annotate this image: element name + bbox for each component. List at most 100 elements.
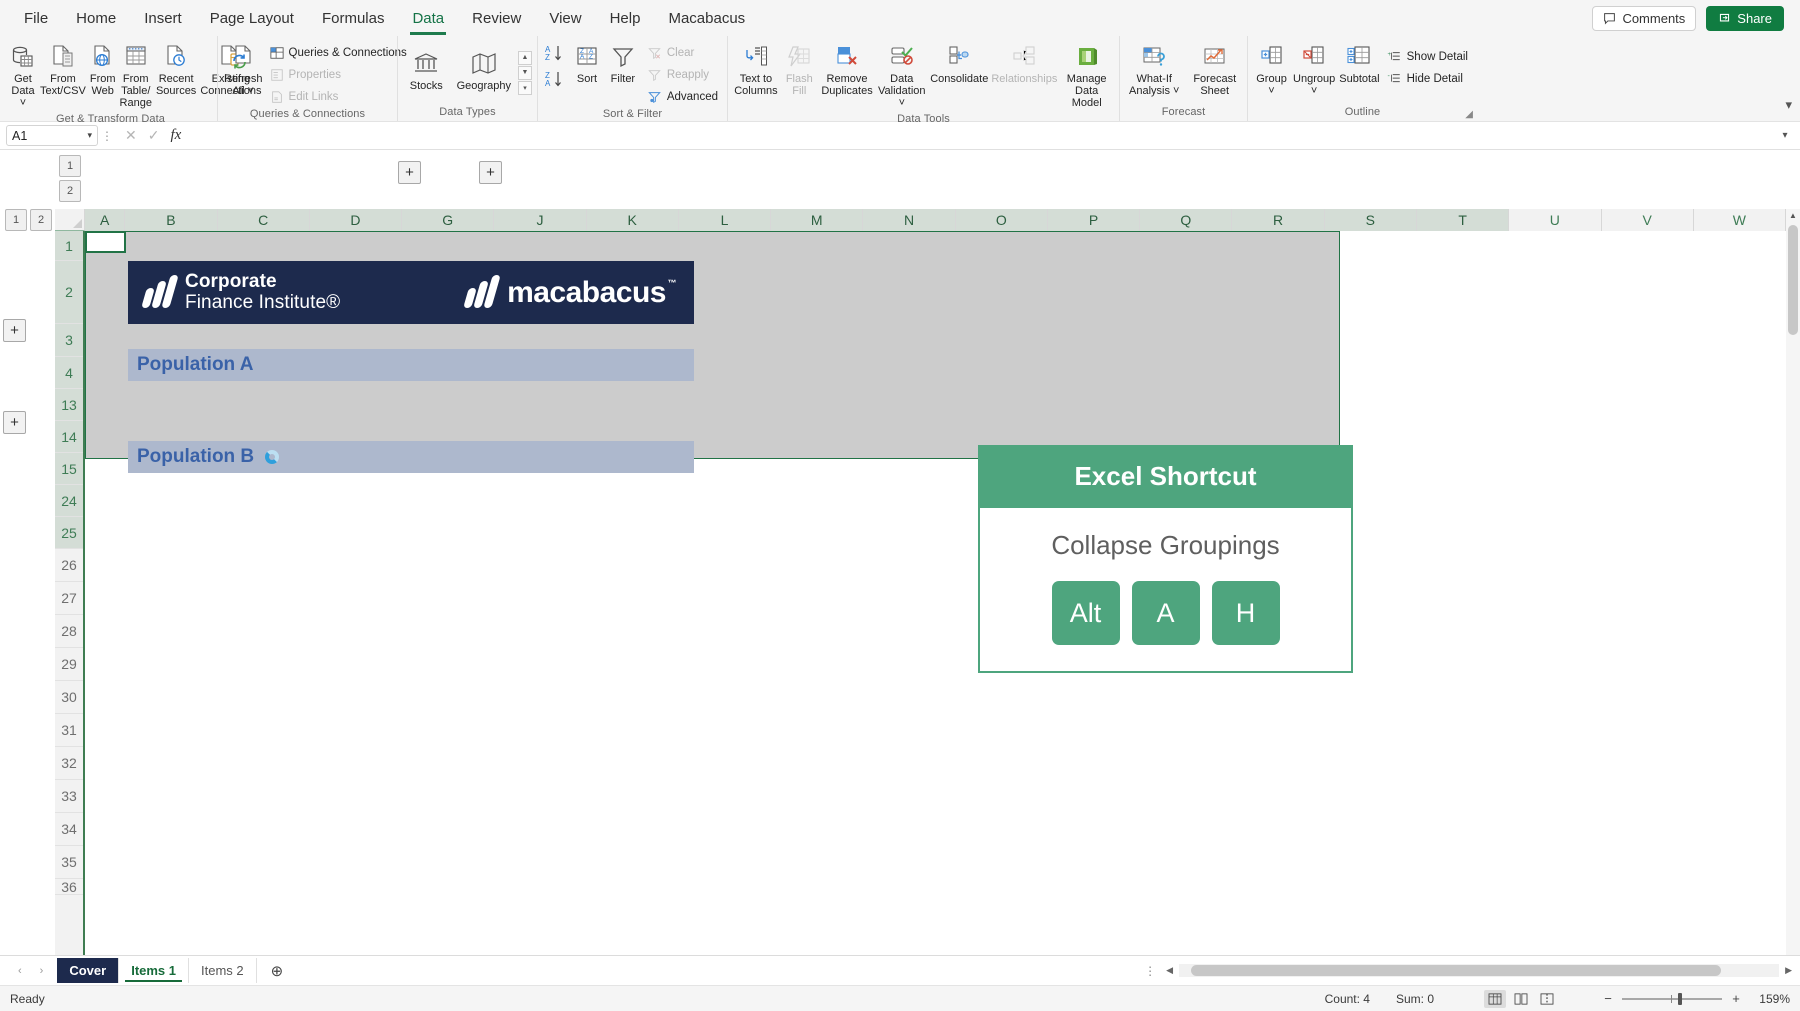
- from-web-button[interactable]: From Web: [89, 40, 117, 100]
- row-header-4[interactable]: 4: [55, 357, 83, 389]
- row-header-24[interactable]: 24: [55, 485, 83, 517]
- column-group-expand-2[interactable]: +: [479, 161, 502, 184]
- subtotal-button[interactable]: Subtotal: [1338, 40, 1380, 88]
- ribbon-tab-formulas[interactable]: Formulas: [308, 4, 399, 33]
- zoom-out-button[interactable]: −: [1602, 991, 1614, 1006]
- normal-view-button[interactable]: [1484, 989, 1506, 1008]
- ribbon-tab-review[interactable]: Review: [458, 4, 535, 33]
- row-header-30[interactable]: 30: [55, 681, 83, 714]
- column-header-c[interactable]: C: [217, 209, 310, 231]
- vertical-scrollbar[interactable]: ▲: [1786, 209, 1800, 955]
- column-header-v[interactable]: V: [1601, 209, 1694, 231]
- sort-ascending-icon[interactable]: AZ: [545, 44, 565, 62]
- sheet-tab-cover[interactable]: Cover: [57, 958, 119, 983]
- refresh-all-button[interactable]: Refresh All ˅: [223, 40, 264, 100]
- insert-function-icon[interactable]: fx: [170, 127, 181, 144]
- zoom-level-label[interactable]: 159%: [1750, 992, 1790, 1006]
- column-header-j[interactable]: J: [494, 209, 587, 231]
- ribbon-tab-home[interactable]: Home: [62, 4, 130, 33]
- sheet-prev-icon[interactable]: ‹: [18, 965, 22, 977]
- column-header-w[interactable]: W: [1693, 209, 1787, 231]
- ribbon-tab-help[interactable]: Help: [596, 4, 655, 33]
- row-header-34[interactable]: 34: [55, 813, 83, 846]
- column-group-expand-1[interactable]: +: [398, 161, 421, 184]
- formula-input[interactable]: [190, 125, 1776, 146]
- manage-data-model-button[interactable]: Manage Data Model: [1059, 40, 1114, 112]
- show-detail-button[interactable]: + Show Detail: [1383, 46, 1472, 67]
- hscroll-right-icon[interactable]: ▶: [1785, 965, 1792, 976]
- data-validation-button[interactable]: Data Validation ˅: [875, 40, 928, 112]
- vertical-scroll-thumb[interactable]: [1788, 225, 1798, 335]
- page-break-view-button[interactable]: [1536, 990, 1558, 1008]
- from-table-range-button[interactable]: From Table/ Range: [119, 40, 153, 112]
- row-outline-level-1[interactable]: 1: [5, 209, 27, 231]
- hide-detail-button[interactable]: - Hide Detail: [1383, 68, 1472, 89]
- row-header-25[interactable]: 25: [55, 517, 83, 549]
- row-group-expand-2[interactable]: +: [3, 411, 26, 434]
- column-header-g[interactable]: G: [402, 209, 495, 231]
- ribbon-collapse-icon[interactable]: ▾: [1785, 97, 1792, 113]
- gallery-down-icon[interactable]: ▼: [518, 65, 532, 80]
- advanced-button[interactable]: Advanced: [643, 86, 722, 107]
- cell-canvas[interactable]: Corporate Finance Institute® macabacus™: [85, 231, 1786, 955]
- page-layout-view-button[interactable]: [1510, 990, 1532, 1008]
- row-header-33[interactable]: 33: [55, 780, 83, 813]
- column-header-a[interactable]: A: [85, 209, 126, 231]
- gallery-more-icon[interactable]: ▾: [518, 80, 532, 95]
- remove-duplicates-button[interactable]: Remove Duplicates: [820, 40, 875, 100]
- get-data-button[interactable]: Get Data ˅: [9, 40, 37, 112]
- column-header-r[interactable]: R: [1232, 209, 1325, 231]
- column-header-m[interactable]: M: [771, 209, 864, 231]
- row-header-3[interactable]: 3: [55, 324, 83, 357]
- zoom-slider-knob[interactable]: [1678, 992, 1682, 1005]
- scroll-up-icon[interactable]: ▲: [1789, 209, 1797, 223]
- row-group-expand-1[interactable]: +: [3, 319, 26, 342]
- horizontal-scrollbar[interactable]: [1179, 964, 1780, 977]
- zoom-in-button[interactable]: +: [1730, 991, 1742, 1006]
- cancel-icon[interactable]: ✕: [125, 127, 137, 144]
- row-header-13[interactable]: 13: [55, 389, 83, 421]
- column-header-k[interactable]: K: [586, 209, 679, 231]
- row-header-36[interactable]: 36: [55, 879, 83, 895]
- enter-icon[interactable]: ✓: [148, 127, 160, 144]
- ribbon-tab-data[interactable]: Data: [398, 4, 458, 35]
- column-header-u[interactable]: U: [1509, 209, 1602, 231]
- row-header-14[interactable]: 14: [55, 421, 83, 453]
- geography-button[interactable]: Geography: [456, 47, 512, 95]
- from-text-csv-button[interactable]: From Text/CSV: [39, 40, 87, 100]
- zoom-slider[interactable]: [1622, 992, 1722, 1006]
- add-sheet-button[interactable]: ⊕: [271, 962, 284, 980]
- row-header-1[interactable]: 1: [55, 231, 83, 261]
- column-header-n[interactable]: N: [863, 209, 956, 231]
- population-a-row[interactable]: Population A: [128, 349, 694, 381]
- row-header-29[interactable]: 29: [55, 648, 83, 681]
- comments-button[interactable]: Comments: [1592, 5, 1697, 31]
- row-header-35[interactable]: 35: [55, 846, 83, 879]
- select-all-button[interactable]: [55, 209, 85, 231]
- consolidate-button[interactable]: Consolidate: [929, 40, 989, 88]
- stocks-button[interactable]: Stocks: [403, 47, 450, 95]
- column-header-p[interactable]: P: [1047, 209, 1141, 231]
- column-outline-level-1[interactable]: 1: [59, 155, 81, 177]
- queries-connections-button[interactable]: Queries & Connections: [266, 42, 411, 63]
- row-header-32[interactable]: 32: [55, 747, 83, 780]
- text-to-columns-button[interactable]: Text to Columns: [733, 40, 779, 100]
- column-header-t[interactable]: T: [1416, 209, 1510, 231]
- sheet-tab-items-1[interactable]: Items 1: [118, 958, 190, 983]
- gallery-up-icon[interactable]: ▲: [518, 50, 532, 65]
- row-header-27[interactable]: 27: [55, 582, 83, 615]
- forecast-sheet-button[interactable]: Forecast Sheet: [1187, 40, 1242, 100]
- sort-button[interactable]: Z A A Z Sort: [571, 40, 603, 88]
- column-outline-level-2[interactable]: 2: [59, 180, 81, 202]
- chevron-down-icon[interactable]: ▾: [87, 130, 92, 141]
- ribbon-tab-macabacus[interactable]: Macabacus: [654, 4, 759, 33]
- population-b-row[interactable]: Population B: [128, 441, 694, 473]
- row-header-15[interactable]: 15: [55, 453, 83, 485]
- column-header-l[interactable]: L: [678, 209, 772, 231]
- horizontal-scroll-thumb[interactable]: [1191, 965, 1722, 976]
- column-header-d[interactable]: D: [309, 209, 403, 231]
- share-button[interactable]: Share: [1706, 5, 1784, 31]
- column-header-s[interactable]: S: [1324, 209, 1417, 231]
- row-header-2[interactable]: 2: [55, 261, 83, 324]
- ribbon-tab-insert[interactable]: Insert: [130, 4, 196, 33]
